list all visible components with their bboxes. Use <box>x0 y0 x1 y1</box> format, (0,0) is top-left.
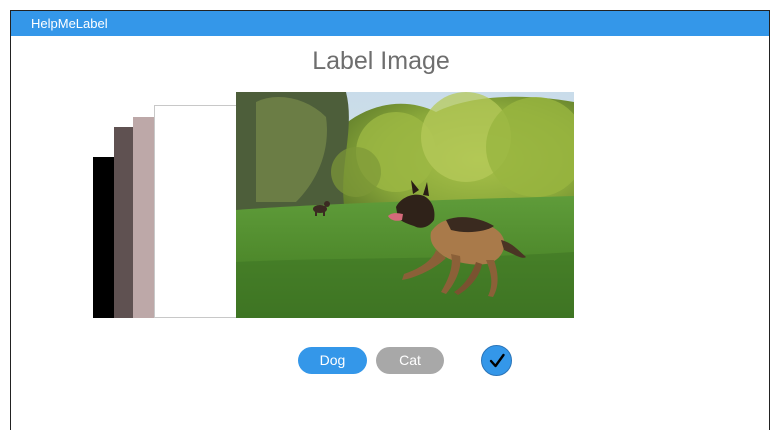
page-title: Label Image <box>312 47 450 75</box>
app-title: HelpMeLabel <box>31 16 108 31</box>
image-to-label <box>236 92 574 318</box>
label-dog-button[interactable]: Dog <box>298 347 367 374</box>
title-bar: HelpMeLabel <box>11 11 769 36</box>
checkmark-icon <box>489 353 505 367</box>
stacked-card-black <box>93 157 115 318</box>
stacked-card-white <box>154 105 238 318</box>
confirm-button[interactable] <box>481 345 512 376</box>
label-cat-button[interactable]: Cat <box>376 347 444 374</box>
